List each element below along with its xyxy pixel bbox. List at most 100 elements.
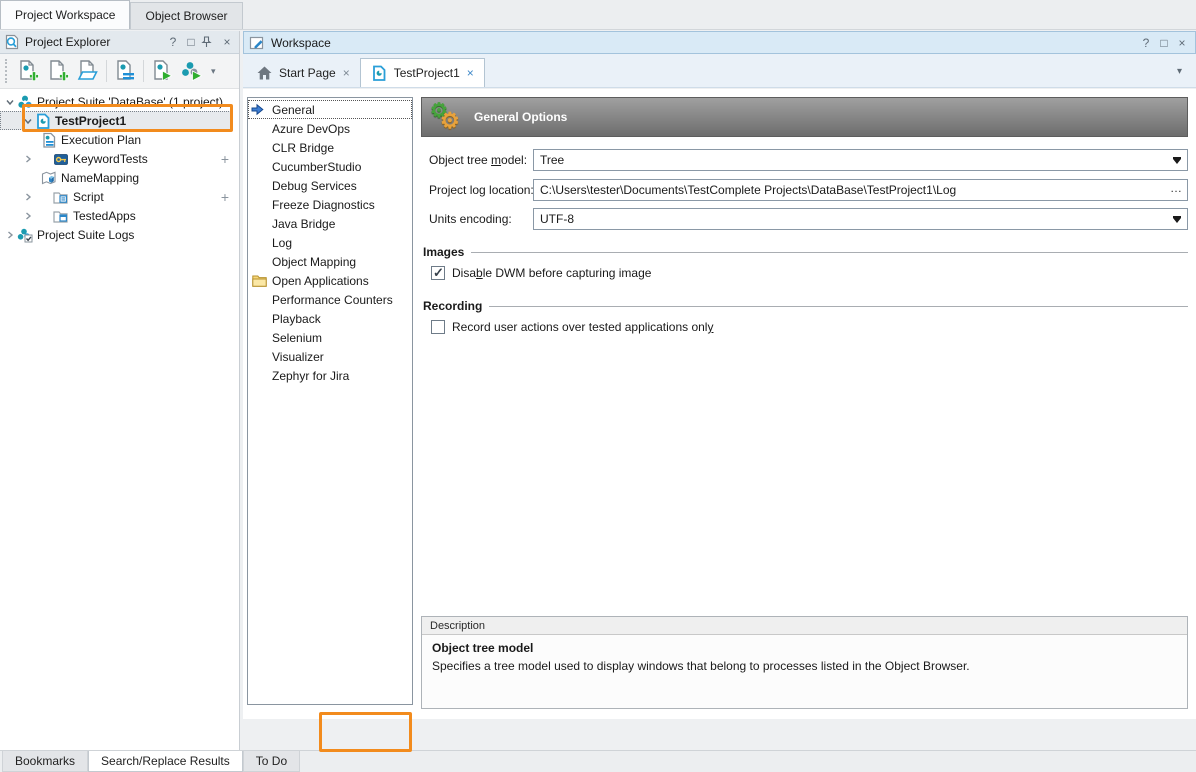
- chevron-right-icon[interactable]: [22, 192, 34, 202]
- category-performance-counters[interactable]: Performance Counters: [248, 290, 412, 309]
- category-visualizer[interactable]: Visualizer: [248, 347, 412, 366]
- chevron-down-icon[interactable]: [1173, 218, 1181, 223]
- tree-item-label: KeywordTests: [73, 152, 148, 166]
- chevron-right-icon[interactable]: [22, 154, 34, 164]
- section-title: Recording: [421, 299, 482, 313]
- object-tree-model-combobox[interactable]: Tree: [533, 149, 1188, 171]
- category-clr-bridge[interactable]: CLR Bridge: [248, 138, 412, 157]
- toolbar-dropdown-icon[interactable]: ▾: [207, 66, 220, 77]
- toolbar-grip[interactable]: [5, 59, 10, 83]
- add-item-icon[interactable]: +: [221, 189, 229, 205]
- project-explorer-title: Project Explorer: [25, 35, 163, 49]
- project-log-location-input[interactable]: C:\Users\tester\Documents\TestComplete P…: [533, 179, 1188, 201]
- run-project-suite-button[interactable]: [177, 57, 207, 85]
- properties-page: General Azure DevOps CLR Bridge Cucumber…: [243, 89, 1196, 719]
- category-label: Playback: [272, 312, 321, 326]
- maximize-icon[interactable]: □: [183, 35, 199, 49]
- disable-dwm-label: Disable DWM before capturing image: [452, 266, 651, 280]
- project-icon: [34, 113, 52, 129]
- project-suite-icon: [16, 94, 34, 110]
- tab-list-dropdown-icon[interactable]: ▾: [1177, 66, 1182, 77]
- tab-start-page[interactable]: Start Page ×: [247, 58, 360, 87]
- chevron-down-icon[interactable]: [4, 97, 16, 107]
- category-zephyr-for-jira[interactable]: Zephyr for Jira: [248, 366, 412, 385]
- description-text: Specifies a tree model used to display w…: [432, 659, 1177, 673]
- category-log[interactable]: Log: [248, 233, 412, 252]
- chevron-right-icon[interactable]: [22, 211, 34, 221]
- tab-object-browser[interactable]: Object Browser: [130, 2, 242, 29]
- description-header: Description: [422, 617, 1187, 635]
- tab-label: Start Page: [279, 66, 336, 80]
- recording-section-header: Recording: [421, 299, 1188, 313]
- pin-icon[interactable]: [201, 36, 217, 48]
- category-debug-services[interactable]: Debug Services: [248, 176, 412, 195]
- category-object-mapping[interactable]: Object Mapping: [248, 252, 412, 271]
- tab-to-do[interactable]: To Do: [243, 751, 300, 772]
- bottom-panel-tab-bar: Bookmarks Search/Replace Results To Do: [0, 750, 1196, 772]
- home-icon: [257, 66, 272, 80]
- combobox-value: UTF-8: [540, 212, 574, 226]
- tab-bookmarks[interactable]: Bookmarks: [2, 751, 88, 772]
- close-icon[interactable]: ×: [219, 35, 235, 49]
- chevron-right-icon[interactable]: [4, 230, 16, 240]
- toolbar-separator: [106, 60, 107, 82]
- project-explorer-toolbar: ▾: [0, 54, 239, 89]
- chevron-down-icon[interactable]: [1173, 159, 1181, 164]
- tree-item-testedapps[interactable]: TestedApps: [0, 206, 239, 225]
- category-general[interactable]: General: [248, 100, 412, 119]
- category-open-applications[interactable]: Open Applications: [248, 271, 412, 290]
- organize-execution-plan-button[interactable]: [110, 57, 140, 85]
- tree-item-keywordtests[interactable]: KeywordTests +: [0, 149, 239, 168]
- run-project-button[interactable]: [147, 57, 177, 85]
- field-row-project-log-location: Project log location: C:\Users\tester\Do…: [421, 179, 1188, 201]
- tree-item-project-suite-logs[interactable]: Project Suite Logs: [0, 225, 239, 244]
- tree-item-project-suite[interactable]: Project Suite 'DataBase' (1 project): [0, 92, 239, 111]
- tree-item-label: Execution Plan: [61, 133, 141, 147]
- chevron-down-icon[interactable]: [22, 116, 34, 126]
- current-item-arrow-icon: [251, 103, 264, 116]
- field-row-units-encoding: Units encoding: UTF-8: [421, 208, 1188, 230]
- tab-testproject1[interactable]: TestProject1 ×: [360, 58, 485, 87]
- add-new-item-button[interactable]: [43, 57, 73, 85]
- help-icon[interactable]: ?: [1138, 36, 1154, 50]
- category-label: Log: [272, 236, 292, 250]
- testedapps-icon: [52, 208, 70, 224]
- tree-item-script[interactable]: Script +: [0, 187, 239, 206]
- general-options-pane: ⚙ ⚙ General Options Object tree model: T…: [421, 97, 1188, 137]
- gears-icon: ⚙ ⚙: [428, 100, 468, 136]
- category-label: Object Mapping: [272, 255, 356, 269]
- close-icon[interactable]: ×: [343, 66, 350, 80]
- help-icon[interactable]: ?: [165, 35, 181, 49]
- browse-button[interactable]: …: [1170, 181, 1183, 195]
- category-azure-devops[interactable]: Azure DevOps: [248, 119, 412, 138]
- add-item-icon[interactable]: +: [221, 151, 229, 167]
- category-java-bridge[interactable]: Java Bridge: [248, 214, 412, 233]
- close-icon[interactable]: ×: [1174, 36, 1190, 50]
- record-user-actions-checkbox[interactable]: [431, 320, 445, 334]
- category-cucumberstudio[interactable]: CucumberStudio: [248, 157, 412, 176]
- field-row-object-tree-model: Object tree model: Tree: [421, 149, 1188, 171]
- disable-dwm-checkbox-row: Disable DWM before capturing image: [431, 266, 651, 280]
- units-encoding-combobox[interactable]: UTF-8: [533, 208, 1188, 230]
- tree-item-execution-plan[interactable]: Execution Plan: [0, 130, 239, 149]
- category-label: Visualizer: [272, 350, 324, 364]
- category-selenium[interactable]: Selenium: [248, 328, 412, 347]
- tree-item-testproject1[interactable]: TestProject1: [0, 111, 233, 130]
- combobox-value: Tree: [540, 153, 564, 167]
- open-item-button[interactable]: [73, 57, 103, 85]
- add-new-project-button[interactable]: [13, 57, 43, 85]
- category-label: Azure DevOps: [272, 122, 350, 136]
- tab-label: TestProject1: [394, 66, 460, 80]
- category-label: Zephyr for Jira: [272, 369, 349, 383]
- maximize-icon[interactable]: □: [1156, 36, 1172, 50]
- close-icon[interactable]: ×: [467, 66, 474, 80]
- disable-dwm-checkbox[interactable]: [431, 266, 445, 280]
- project-explorer-panel: Project Explorer ? □ × ▾: [0, 31, 240, 750]
- tree-item-label: TestedApps: [73, 209, 136, 223]
- tab-search-replace-results[interactable]: Search/Replace Results: [88, 751, 243, 772]
- category-playback[interactable]: Playback: [248, 309, 412, 328]
- tab-project-workspace[interactable]: Project Workspace: [0, 0, 130, 29]
- workspace-icon: [249, 35, 265, 51]
- category-freeze-diagnostics[interactable]: Freeze Diagnostics: [248, 195, 412, 214]
- tree-item-namemapping[interactable]: NameMapping: [0, 168, 239, 187]
